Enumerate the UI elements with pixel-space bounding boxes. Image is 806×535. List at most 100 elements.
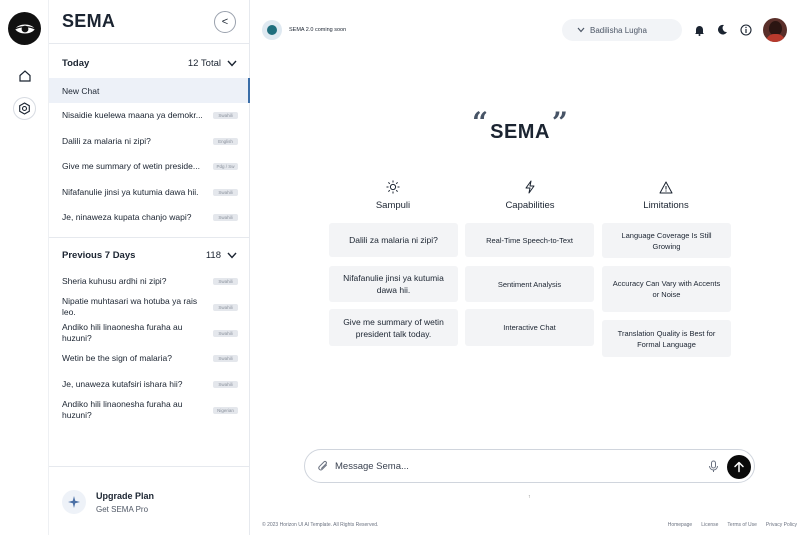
language-badge: Pdg / Sw xyxy=(213,163,238,170)
language-label: Badilisha Lugha xyxy=(590,25,647,35)
list-item[interactable]: Nifafanulie jinsi ya kutumia dawa hii. S… xyxy=(62,187,238,198)
status-indicator: SEMA 2.0 coming soon xyxy=(262,20,346,40)
upgrade-title: Upgrade Plan xyxy=(96,491,155,501)
language-badge: Swahili xyxy=(213,214,238,221)
capability-card: Real-Time Speech-to-Text xyxy=(465,223,594,257)
collapse-sidebar-button[interactable]: < xyxy=(214,11,236,33)
list-item[interactable]: Nisaidie kuelewa maana ya demokr... Swah… xyxy=(62,110,238,121)
paperclip-icon[interactable] xyxy=(317,460,330,473)
capabilities-column: Capabilities xyxy=(465,180,595,211)
capability-card: Sentiment Analysis xyxy=(465,266,594,302)
list-item[interactable]: Je, ninaweza kupata chanjo wapi? Swahili xyxy=(62,212,238,223)
status-dot-icon xyxy=(262,20,282,40)
chat-title: Nisaidie kuelewa maana ya demokr... xyxy=(62,110,203,120)
sample-prompt-card[interactable]: Nifafanulie jinsi ya kutumia dawa hii. xyxy=(329,266,458,302)
new-chat-item[interactable]: New Chat xyxy=(49,78,250,103)
footer-link-license[interactable]: License xyxy=(701,522,718,528)
today-count: 12 Total xyxy=(187,58,221,69)
chevron-down-icon[interactable] xyxy=(227,59,237,69)
language-badge: English xyxy=(213,138,238,145)
sun-icon xyxy=(386,180,400,194)
language-badge: Swahili xyxy=(213,381,238,388)
sema-hero-title: “ SEMA ” xyxy=(472,106,569,144)
list-item[interactable]: Give me summary of wetin preside... Pdg … xyxy=(62,161,238,172)
language-badge: Swahili xyxy=(213,189,238,196)
sample-prompt-card[interactable]: Dalili za malaria ni zipi? xyxy=(329,223,458,257)
sample-prompt-card[interactable]: Give me summary of wetin president talk … xyxy=(329,309,458,346)
language-badge: Swahili xyxy=(213,303,238,311)
list-item[interactable]: Sheria kuhusu ardhi ni zipi? Swahili xyxy=(62,276,238,287)
list-item[interactable]: Andiko hili linaonesha furaha au huzuni?… xyxy=(62,322,238,344)
chat-title: Nifafanulie jinsi ya kutumia dawa hii. xyxy=(62,187,199,197)
today-title: Today xyxy=(62,58,90,69)
send-button[interactable] xyxy=(727,455,751,479)
capability-card: Interactive Chat xyxy=(465,309,594,346)
chat-title: Je, unaweza kutafsiri ishara hii? xyxy=(62,379,183,389)
language-switcher[interactable]: Badilisha Lugha xyxy=(562,19,682,41)
chat-title: Sheria kuhusu ardhi ni zipi? xyxy=(62,276,167,286)
previous-title: Previous 7 Days xyxy=(62,250,136,261)
divider xyxy=(49,43,250,44)
limitations-label: Limitations xyxy=(643,200,689,211)
previous-section-header[interactable]: Previous 7 Days 118 xyxy=(62,250,237,261)
sampuli-label: Sampuli xyxy=(375,200,411,211)
icon-rail xyxy=(0,0,49,535)
close-quote: ” xyxy=(551,106,569,139)
limitation-card: Accuracy Can Vary with Accents or Noise xyxy=(602,266,731,312)
chat-title: Andiko hili linaonesha furaha au huzuni? xyxy=(62,322,183,343)
main-panel: SEMA 2.0 coming soon Badilisha Lugha “ S… xyxy=(250,0,806,535)
chat-title: Andiko hili linaonesha furaha au huzuni? xyxy=(62,399,183,420)
list-item[interactable]: Dalili za malaria ni zipi? English xyxy=(62,136,238,147)
hero-name: SEMA xyxy=(490,121,550,143)
moon-icon[interactable] xyxy=(716,23,729,36)
today-section-header[interactable]: Today 12 Total xyxy=(62,58,237,69)
bell-icon[interactable] xyxy=(693,23,706,36)
footer-link-terms[interactable]: Terms of Use xyxy=(727,522,756,528)
avatar[interactable] xyxy=(763,18,787,42)
sparkle-icon xyxy=(62,490,86,514)
upgrade-subtitle: Get SEMA Pro xyxy=(96,505,149,514)
eye-logo-icon[interactable] xyxy=(8,12,41,45)
limitation-card: Language Coverage Is Still Growing xyxy=(602,223,731,258)
message-input[interactable] xyxy=(335,458,695,474)
info-icon[interactable] xyxy=(739,23,752,36)
list-item[interactable]: Je, unaweza kutafsiri ishara hii? Swahil… xyxy=(62,379,238,390)
chevron-down-icon[interactable] xyxy=(227,251,237,261)
upgrade-plan-card[interactable]: Upgrade Plan Get SEMA Pro xyxy=(49,466,250,535)
mic-icon[interactable] xyxy=(707,460,720,473)
sampuli-column: Sampuli xyxy=(328,180,458,211)
open-quote: “ xyxy=(472,106,489,139)
chat-title: Dalili za malaria ni zipi? xyxy=(62,136,151,146)
chat-history-sidebar: SEMA < Today 12 Total New Chat Nisaidie … xyxy=(49,0,250,535)
warning-icon xyxy=(659,180,673,194)
language-badge: Swahili xyxy=(213,112,238,119)
language-badge: Swahili xyxy=(213,355,238,362)
footer-links: Homepage License Terms of Use Privacy Po… xyxy=(668,522,797,528)
list-item[interactable]: Wetin be the sign of malaria? Swahili xyxy=(62,353,238,364)
limitations-column: Limitations xyxy=(601,180,731,211)
list-item[interactable]: Andiko hili linaonesha furaha au huzuni?… xyxy=(62,399,238,421)
language-badge: Nigerian xyxy=(213,406,238,414)
language-badge: Swahili xyxy=(213,278,238,285)
limitation-card: Translation Quality is Best for Formal L… xyxy=(602,320,731,357)
list-item[interactable]: Nipatie muhtasari wa hotuba ya rais leo.… xyxy=(62,296,238,318)
chat-title: Nipatie muhtasari wa hotuba ya rais leo. xyxy=(62,296,198,317)
footer-link-privacy[interactable]: Privacy Policy xyxy=(766,522,797,528)
message-composer xyxy=(304,449,755,483)
chat-title: Wetin be the sign of malaria? xyxy=(62,353,172,363)
arrow-up-icon xyxy=(734,461,744,473)
bolt-icon xyxy=(524,180,536,194)
chat-title: Give me summary of wetin preside... xyxy=(62,161,200,171)
language-badge: Swahili xyxy=(213,329,238,337)
settings-icon[interactable] xyxy=(13,97,36,120)
divider xyxy=(49,237,250,238)
status-text: SEMA 2.0 coming soon xyxy=(289,27,347,33)
footer-link-homepage[interactable]: Homepage xyxy=(668,522,692,528)
scroll-indicator: ↑ xyxy=(528,494,531,500)
chevron-down-icon xyxy=(577,26,585,35)
previous-count: 118 xyxy=(205,250,221,261)
chat-title: Je, ninaweza kupata chanjo wapi? xyxy=(62,212,192,222)
home-icon[interactable] xyxy=(13,64,36,87)
capabilities-label: Capabilities xyxy=(505,200,555,211)
brand-title: SEMA xyxy=(62,11,116,31)
